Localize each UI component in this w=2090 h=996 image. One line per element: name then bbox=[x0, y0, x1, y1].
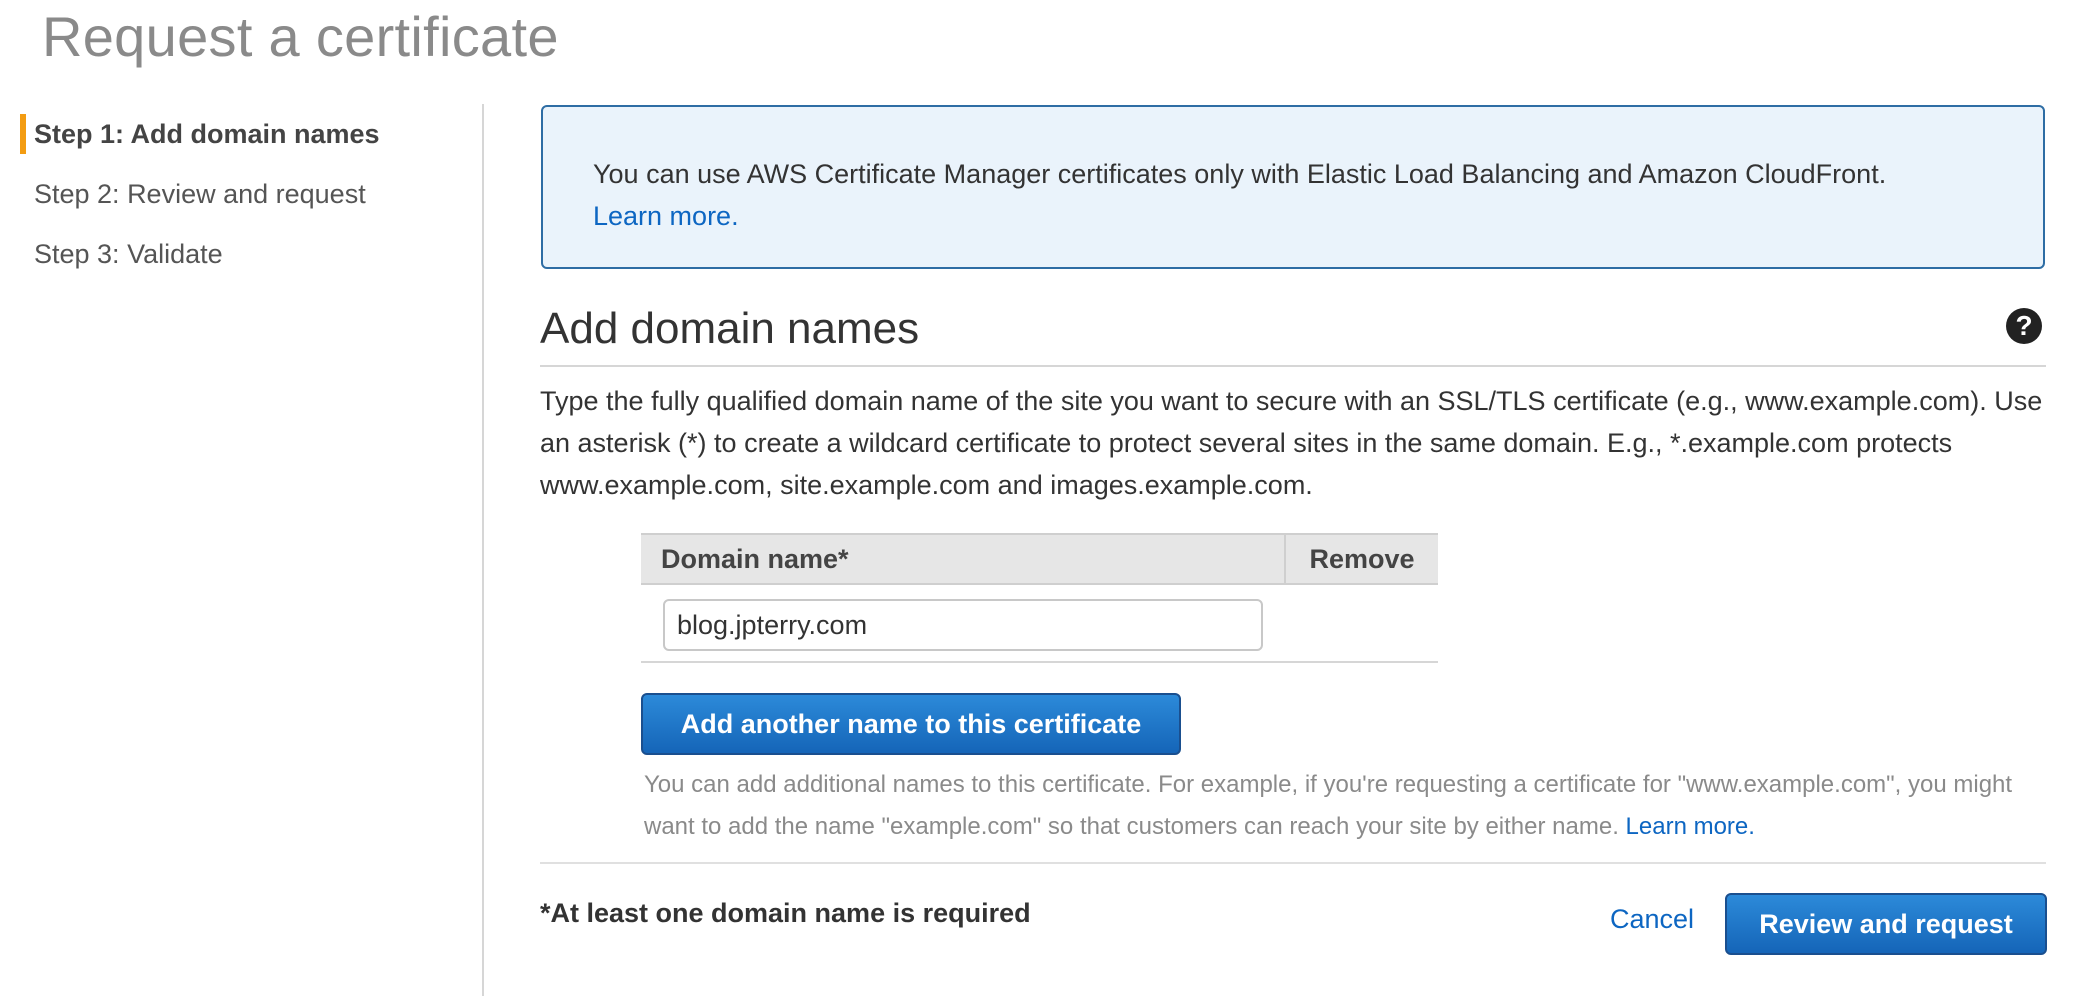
required-note: *At least one domain name is required bbox=[540, 898, 1031, 928]
section-divider bbox=[540, 365, 2046, 367]
footer-divider bbox=[540, 862, 2046, 864]
help-icon[interactable]: ? bbox=[2006, 308, 2042, 344]
domain-name-input[interactable] bbox=[663, 599, 1263, 651]
sidebar-step-add-domain-names[interactable]: Step 1: Add domain names bbox=[20, 114, 460, 154]
section-title: Add domain names bbox=[540, 304, 920, 353]
column-header-remove: Remove bbox=[1309, 544, 1415, 574]
sidebar-step-review-and-request[interactable]: Step 2: Review and request bbox=[20, 174, 460, 234]
sidebar-step-validate[interactable]: Step 3: Validate bbox=[20, 234, 460, 294]
page: Request a certificate Step 1: Add domain… bbox=[0, 0, 2090, 996]
cancel-link[interactable]: Cancel bbox=[1610, 904, 1694, 935]
table-row bbox=[641, 585, 1438, 663]
table-header: Domain name* Remove bbox=[641, 533, 1438, 585]
add-another-name-button[interactable]: Add another name to this certificate bbox=[641, 693, 1181, 755]
sidebar-divider bbox=[482, 104, 484, 996]
hint-text: You can add additional names to this cer… bbox=[644, 771, 2013, 840]
info-text: You can use AWS Certificate Manager cert… bbox=[593, 159, 1887, 189]
hint-learn-more-link[interactable]: Learn more. bbox=[1626, 813, 1755, 840]
section-description: Type the fully qualified domain name of … bbox=[540, 386, 2043, 500]
info-box: You can use AWS Certificate Manager cert… bbox=[541, 105, 2045, 269]
column-header-domain-name: Domain name* bbox=[641, 535, 1286, 583]
add-names-hint: You can add additional names to this cer… bbox=[644, 764, 2044, 848]
page-title: Request a certificate bbox=[42, 5, 559, 68]
domain-table: Domain name* Remove bbox=[641, 533, 1438, 663]
info-learn-more-link[interactable]: Learn more. bbox=[593, 201, 739, 231]
wizard-steps: Step 1: Add domain names Step 2: Review … bbox=[20, 114, 460, 294]
review-and-request-button[interactable]: Review and request bbox=[1725, 893, 2047, 955]
